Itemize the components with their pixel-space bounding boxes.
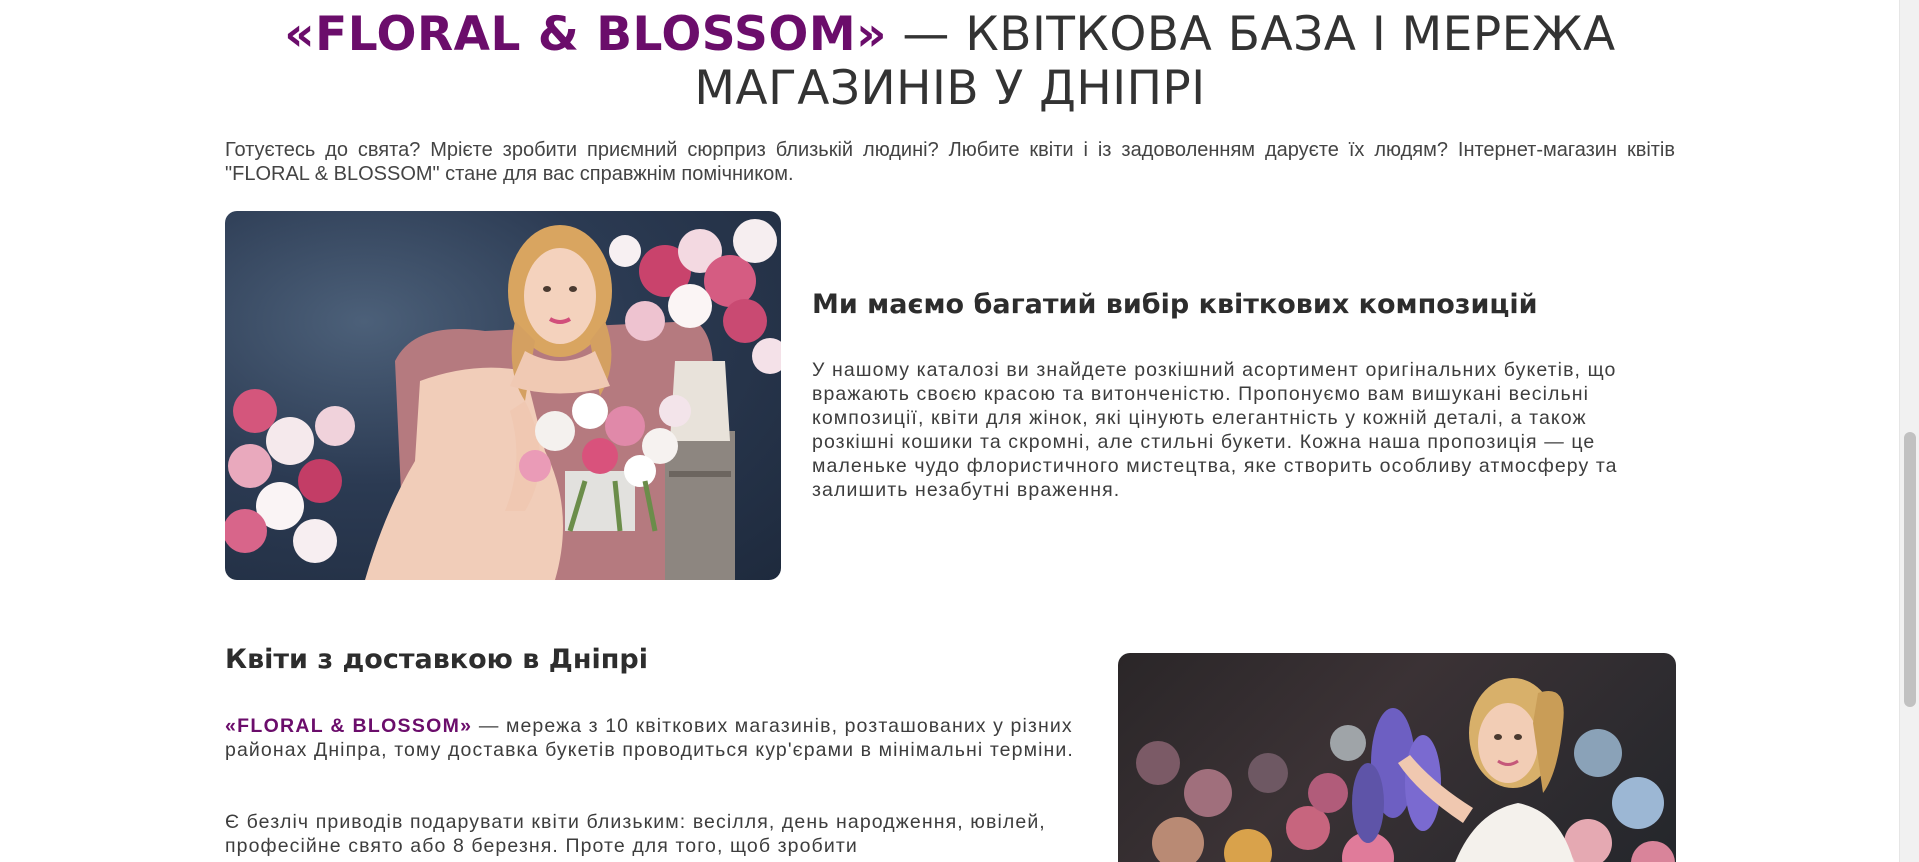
section-title-assortment: Ми маємо багатий вибір квіткових компози… <box>812 289 1538 320</box>
section-title-delivery: Квіти з доставкою в Дніпрі <box>225 644 648 675</box>
brand-name-inline: «FLORAL & BLOSSOM» <box>225 715 473 737</box>
page-scrollbar[interactable] <box>1899 0 1919 862</box>
scrollbar-thumb[interactable] <box>1904 432 1916 707</box>
woman-with-bouquets-photo <box>225 211 781 580</box>
page-content: «FLORAL & BLOSSOM» — КВІТКОВА БАЗА І МЕР… <box>0 0 1899 862</box>
brand-name: «FLORAL & BLOSSOM» <box>284 7 887 62</box>
woman-with-bouquets-illustration <box>225 219 781 580</box>
section-text-delivery: «FLORAL & BLOSSOM» — мережа з 10 квітков… <box>225 714 1105 762</box>
section-text-assortment: У нашому каталозі ви знайдете розкішний … <box>812 359 1618 501</box>
florist-woman-illustration <box>1136 678 1675 862</box>
intro-paragraph: Готуєтесь до свята? Мрієте зробити приєм… <box>225 139 1675 185</box>
page-title: «FLORAL & BLOSSOM» — КВІТКОВА БАЗА І МЕР… <box>225 8 1675 116</box>
section-text-occasions: Є безліч приводів подарувати квіти близь… <box>225 811 1046 857</box>
florist-woman-photo <box>1118 653 1676 862</box>
